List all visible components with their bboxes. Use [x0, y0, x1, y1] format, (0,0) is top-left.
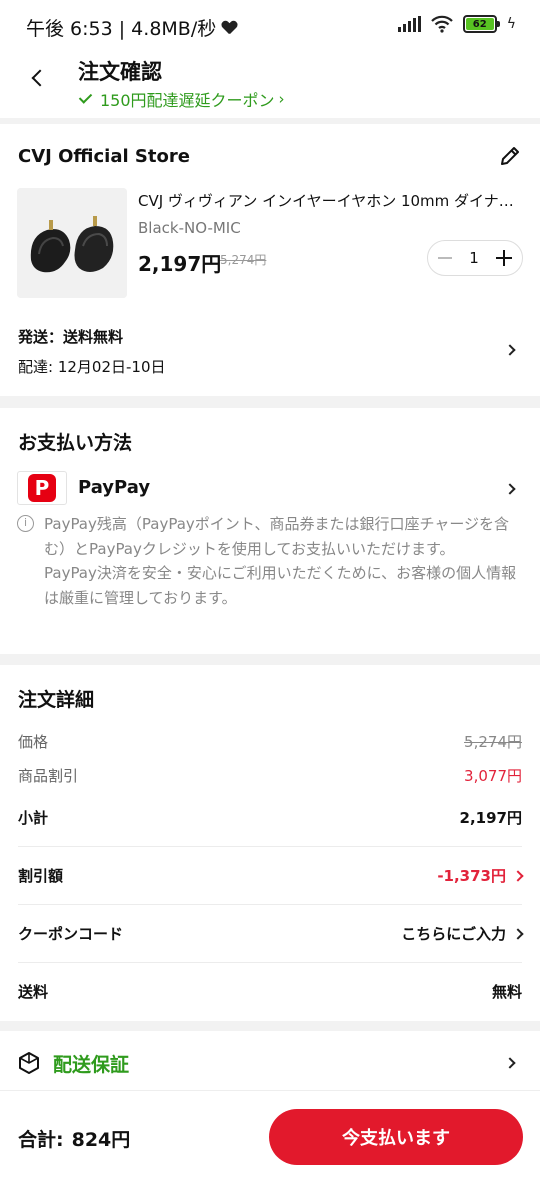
store-name: CVJ Official Store	[18, 146, 190, 167]
payment-section-title: お支払い方法	[18, 432, 133, 454]
signal-icon	[397, 16, 421, 32]
coupon-discount-value: -1,373円	[437, 867, 506, 885]
order-detail-title: 注文詳細	[18, 689, 95, 711]
heart-icon	[222, 21, 237, 35]
pay-now-button[interactable]: 今支払います	[269, 1109, 523, 1165]
discount-row: 商品割引 3,077円	[18, 765, 522, 786]
payment-method-name: PayPay	[78, 477, 151, 498]
order-detail-card: 注文詳細 価格 5,274円 商品割引 3,077円 小計 2,197円 割引額…	[0, 665, 540, 1021]
payment-card: お支払い方法 P PayPay i PayPay残高（PayPayポイント、商品…	[0, 408, 540, 654]
delivery-guarantee-row[interactable]: 配送保証	[0, 1045, 540, 1083]
checkout-bar: 合計: 824円 今支払います	[0, 1090, 540, 1200]
charging-icon: ϟ	[506, 16, 516, 32]
coupon-code-row[interactable]: クーポンコード こちらにご入力	[18, 923, 524, 944]
chevron-right-icon	[504, 344, 516, 356]
chevron-right-icon	[512, 869, 524, 882]
divider	[18, 962, 522, 963]
product-price: 2,197円	[138, 252, 222, 276]
shipping-fee-label: 送料	[18, 983, 49, 1001]
coupon-link[interactable]: 150円配達遅延クーポン ›	[78, 87, 285, 111]
coupon-code-label: クーポンコード	[18, 925, 124, 943]
shipping-fee-row: 送料 無料	[18, 981, 522, 1002]
shipping-row[interactable]: 発送：送料無料 配達: 12月02日-10日	[0, 320, 540, 384]
store-card: CVJ Official Store CVJ ヴィヴィアン インイヤーイヤホン …	[0, 124, 540, 396]
divider	[18, 904, 522, 905]
total-label: 合計:	[18, 1129, 64, 1151]
chevron-right-icon: ›	[278, 90, 285, 108]
payment-note-2: PayPay決済を安全・安心にご利用いただくために、お客様の個人情報は厳重に管理…	[44, 564, 517, 607]
payment-method-row[interactable]: P PayPay	[0, 468, 540, 510]
payment-note-1: PayPay残高（PayPayポイント、商品券または銀行口座チャージを含む）とP…	[44, 515, 510, 558]
product-original-price: 5,274円	[220, 253, 267, 267]
quantity-value: 1	[469, 249, 479, 267]
price-value: 5,274円	[464, 733, 522, 751]
minus-icon[interactable]	[438, 257, 452, 259]
coupon-discount-row[interactable]: 割引額 -1,373円	[18, 865, 524, 886]
info-icon: i	[17, 515, 34, 532]
status-bar: 午後 6:53 | 4.8MB/秒 62 ϟ	[0, 0, 540, 46]
shipping-fee-value: 無料	[491, 983, 522, 1001]
header: 注文確認 150円配達遅延クーポン ›	[0, 46, 540, 118]
status-right: 62 ϟ	[397, 15, 516, 33]
subtotal-label: 小計	[18, 809, 49, 827]
price-label: 価格	[18, 733, 49, 751]
delivery-date: 配達: 12月02日-10日	[18, 358, 166, 376]
quantity-stepper: 1	[427, 240, 523, 276]
product-title[interactable]: CVJ ヴィヴィアン インイヤーイヤホン 10mm ダイナミック	[138, 190, 526, 211]
total: 合計: 824円	[18, 1125, 130, 1152]
price-row: 価格 5,274円	[18, 731, 522, 752]
subtotal-value: 2,197円	[459, 809, 522, 827]
shipping-label: 発送：送料無料	[18, 328, 124, 346]
page-title: 注文確認	[78, 60, 162, 84]
product-variant: Black-NO-MIC	[138, 219, 241, 237]
payment-note: PayPay残高（PayPayポイント、商品券または銀行口座チャージを含む）とP…	[44, 512, 526, 610]
delivery-guarantee-title: 配送保証	[53, 1054, 130, 1076]
plus-icon[interactable]	[495, 250, 512, 266]
subtotal-row: 小計 2,197円	[18, 807, 522, 828]
edit-pencil-icon[interactable]	[498, 144, 522, 168]
chevron-right-icon	[512, 927, 524, 940]
paypay-logo-icon: P	[17, 471, 67, 505]
discount-label: 商品割引	[18, 767, 79, 785]
back-arrow-icon[interactable]	[26, 64, 56, 94]
product-image[interactable]	[17, 188, 127, 298]
battery-level: 62	[465, 18, 494, 30]
status-time: 午後 6:53 | 4.8MB/秒	[26, 18, 217, 40]
battery-icon: 62	[462, 15, 500, 33]
divider	[18, 846, 522, 847]
discount-value: 3,077円	[464, 767, 522, 785]
shield-icon	[19, 1052, 39, 1074]
check-icon	[78, 90, 93, 104]
coupon-discount-label: 割引額	[18, 867, 64, 885]
total-value: 824円	[71, 1129, 131, 1151]
coupon-code-value: こちらにご入力	[401, 925, 506, 943]
earphones-image	[17, 188, 127, 298]
coupon-link-label: 150円配達遅延クーポン	[100, 91, 275, 110]
chevron-right-icon	[504, 1057, 516, 1069]
status-left: 午後 6:53 | 4.8MB/秒	[26, 14, 237, 41]
wifi-icon	[430, 15, 453, 33]
chevron-right-icon	[504, 483, 516, 495]
